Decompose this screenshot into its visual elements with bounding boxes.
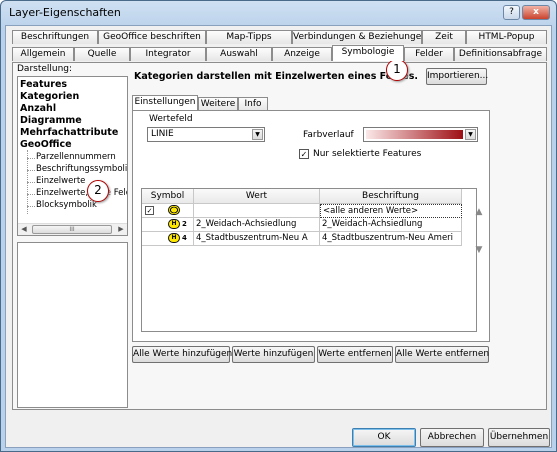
bus-stop-symbol-icon[interactable]: H: [168, 233, 180, 243]
tab-verbindungen[interactable]: Verbindungen & Beziehungen: [292, 30, 427, 44]
tab-definitionsabfrage[interactable]: Definitionsabfrage: [454, 47, 547, 61]
callout-marker-1: 1: [386, 59, 408, 81]
bus-stop-symbol-icon[interactable]: H: [168, 219, 180, 229]
window-title: Layer-Eigenschaften: [9, 6, 121, 19]
table-cell-beschriftung[interactable]: 2_Weidach-Achsiedlung: [320, 218, 462, 232]
tab-quelle[interactable]: Quelle: [74, 47, 130, 61]
tab-html-popup[interactable]: HTML-Popup: [466, 30, 547, 44]
wertefeld-select[interactable]: LINIE ▼: [147, 127, 265, 142]
row-checkbox[interactable]: ✓: [145, 206, 154, 215]
grid-header-beschriftung[interactable]: Beschriftung: [320, 189, 462, 204]
close-icon: x: [533, 7, 539, 17]
add-all-values-button[interactable]: Alle Werte hinzufügen: [132, 346, 232, 363]
tab-map-tipps[interactable]: Map-Tipps: [206, 30, 292, 44]
ok-button[interactable]: OK: [352, 428, 416, 447]
tree-subitem-beschriftungssymbolik[interactable]: Beschriftungssymbolik: [36, 164, 127, 174]
tree-item-geooffice[interactable]: GeoOffice: [20, 139, 72, 150]
tab-auswahl[interactable]: Auswahl: [206, 47, 272, 61]
values-grid[interactable]: Symbol Wert Beschriftung ✓ <alle anderen…: [141, 188, 477, 332]
remove-all-values-button[interactable]: Alle Werte entfernen: [395, 346, 489, 363]
tree-item-mehrfachattribute[interactable]: Mehrfachattribute: [20, 127, 118, 138]
tab-weitere[interactable]: Weitere: [198, 97, 238, 110]
remove-values-button[interactable]: Werte entfernen: [317, 346, 393, 363]
selected-only-label: Nur selektierte Features: [313, 149, 422, 159]
table-cell-wert[interactable]: 2_Weidach-Achsiedlung: [194, 218, 320, 232]
title-bar[interactable]: Layer-Eigenschaften ? x: [1, 1, 556, 25]
table-cell-beschriftung[interactable]: <alle anderen Werte>: [320, 204, 462, 218]
grid-header-wert[interactable]: Wert: [194, 189, 320, 204]
grid-header-symbol[interactable]: Symbol: [142, 189, 194, 204]
renderer-tree[interactable]: Features Kategorien Anzahl Diagramme Meh…: [17, 76, 128, 236]
tab-symbologie[interactable]: Symbologie: [332, 45, 404, 61]
callout-marker-2: 2: [87, 180, 109, 202]
tree-subitem-blocksymbolik[interactable]: Blocksymbolik: [36, 200, 97, 210]
symbol-number: 2: [182, 220, 187, 228]
apply-button[interactable]: Übernehmen: [488, 428, 550, 447]
move-up-icon[interactable]: ▲: [472, 205, 486, 219]
tree-connector: [27, 194, 35, 195]
dialog-window: Layer-Eigenschaften ? x Beschriftungen G…: [0, 0, 557, 452]
scroll-thumb[interactable]: III: [32, 225, 112, 234]
scroll-right-icon[interactable]: ▶: [115, 224, 127, 235]
symbology-panel: Darstellung: Features Kategorien Anzahl …: [12, 62, 547, 410]
selected-only-checkbox[interactable]: ✓: [299, 149, 309, 159]
tree-subitem-einzelwerte[interactable]: Einzelwerte: [36, 176, 85, 186]
darstellung-label: Darstellung:: [17, 64, 73, 74]
tab-zeit[interactable]: Zeit: [422, 30, 466, 44]
farbverlauf-label: Farbverlauf: [303, 130, 354, 140]
renderer-description-box: [17, 242, 128, 408]
cancel-button[interactable]: Abbrechen: [420, 428, 484, 447]
help-button[interactable]: ?: [503, 5, 520, 20]
table-row[interactable]: ✓: [142, 204, 194, 218]
tree-subitem-einzelwerte-viele-felder[interactable]: Einzelwerte, viele Felder: [36, 188, 127, 198]
tab-info[interactable]: Info: [238, 97, 268, 110]
tab-einstellungen[interactable]: Einstellungen: [132, 95, 198, 110]
wertefeld-label: Wertefeld: [149, 114, 193, 124]
tab-allgemein[interactable]: Allgemein: [12, 47, 74, 61]
wertefeld-value: LINIE: [151, 129, 174, 139]
add-values-button[interactable]: Werte hinzufügen: [232, 346, 315, 363]
tab-felder[interactable]: Felder: [404, 47, 454, 61]
tree-item-features[interactable]: Features: [20, 79, 67, 90]
table-row[interactable]: H 4: [142, 232, 194, 246]
scroll-left-icon[interactable]: ◀: [18, 224, 30, 235]
table-cell-wert[interactable]: 4_Stadtbuszentrum-Neu A: [194, 232, 320, 246]
table-cell-wert[interactable]: [194, 204, 320, 218]
tree-item-anzahl[interactable]: Anzahl: [20, 103, 56, 114]
chevron-down-icon[interactable]: ▼: [465, 129, 476, 140]
tree-connector: [27, 182, 35, 183]
tree-connector: [27, 170, 35, 171]
table-cell-beschriftung[interactable]: 4_Stadtbuszentrum-Neu Ameri: [320, 232, 462, 246]
tree-connector: [27, 158, 35, 159]
dialog-client: Beschriftungen GeoOffice beschriften Map…: [5, 25, 552, 448]
renderer-heading: Kategorien darstellen mit Einzelwerten e…: [134, 71, 418, 82]
farbverlauf-select[interactable]: ▼: [363, 127, 478, 142]
color-ramp-swatch: [366, 130, 463, 139]
close-button[interactable]: x: [522, 5, 550, 20]
tab-geooffice-beschriften[interactable]: GeoOffice beschriften: [98, 30, 206, 44]
settings-panel: Wertefeld LINIE ▼ Farbverlauf ▼ ✓ Nur se…: [132, 110, 490, 342]
tree-horizontal-scrollbar[interactable]: ◀ III ▶: [18, 223, 127, 235]
tab-integrator[interactable]: Integrator: [130, 47, 206, 61]
import-button[interactable]: Importieren...: [426, 68, 488, 85]
chevron-down-icon[interactable]: ▼: [252, 129, 263, 140]
table-row[interactable]: H 2: [142, 218, 194, 232]
tree-item-kategorien[interactable]: Kategorien: [20, 91, 79, 102]
tree-subitem-parzellennummern[interactable]: Parzellennummern: [36, 152, 116, 162]
tree-item-diagramme[interactable]: Diagramme: [20, 115, 82, 126]
tree-connector: [27, 206, 35, 207]
tab-beschriftungen[interactable]: Beschriftungen: [12, 30, 98, 44]
tab-anzeige[interactable]: Anzeige: [272, 47, 332, 61]
move-down-icon[interactable]: ▼: [472, 243, 486, 257]
default-symbol-icon[interactable]: [168, 205, 180, 215]
symbol-number: 4: [182, 234, 187, 242]
